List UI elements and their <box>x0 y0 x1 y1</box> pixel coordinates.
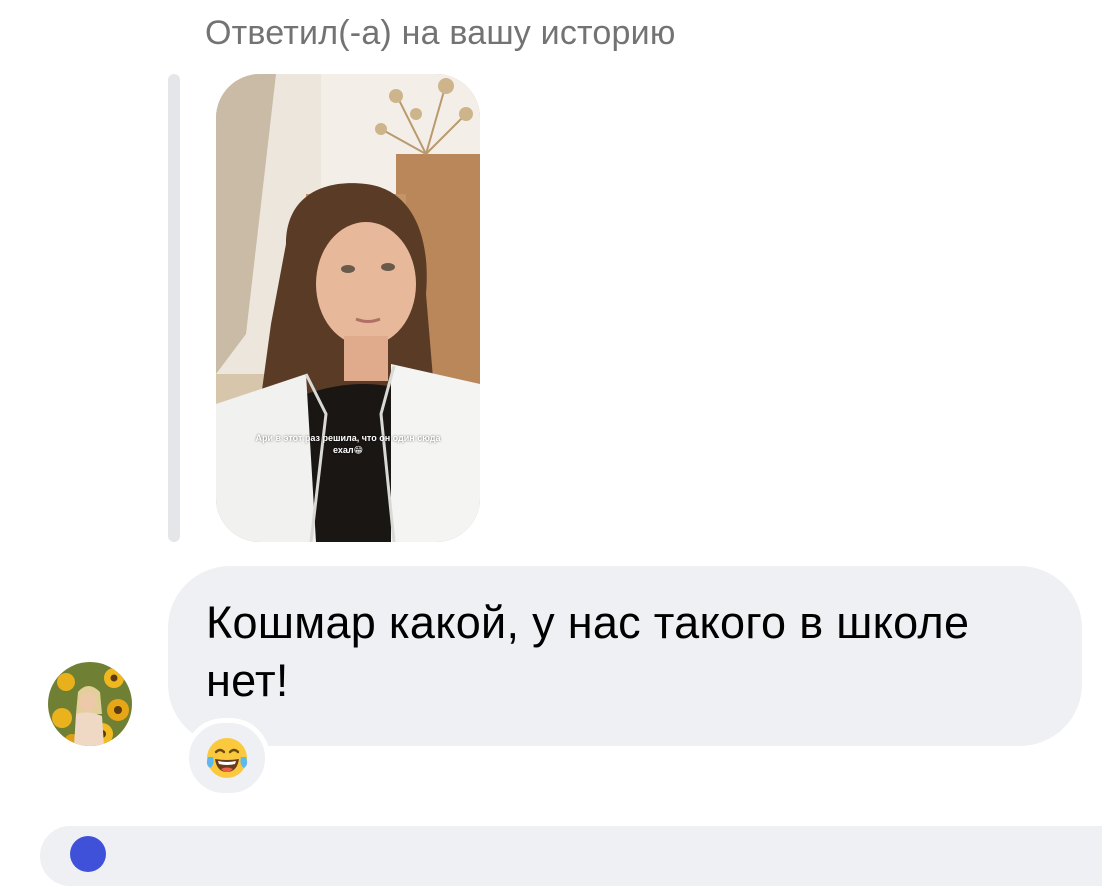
story-overlay-text: Ари в этот раз решила, что он один сюда … <box>255 433 441 455</box>
story-thumbnail[interactable]: Ари в этот раз решила, что он один сюда … <box>216 74 480 542</box>
face-with-tears-of-joy-icon <box>206 738 248 778</box>
avatar-image <box>48 662 132 746</box>
story-reply-caption: Ответил(-а) на вашу историю <box>205 14 676 52</box>
message-composer[interactable] <box>40 826 1102 886</box>
message-reaction[interactable] <box>184 718 270 798</box>
message-text: Кошмар какой, у нас такого в школе нет! <box>206 597 970 706</box>
story-image <box>216 74 480 542</box>
sender-avatar[interactable] <box>48 662 132 746</box>
camera-icon[interactable] <box>70 836 106 872</box>
message-bubble[interactable]: Кошмар какой, у нас такого в школе нет! <box>168 566 1082 746</box>
reply-quote-bar <box>168 74 180 542</box>
